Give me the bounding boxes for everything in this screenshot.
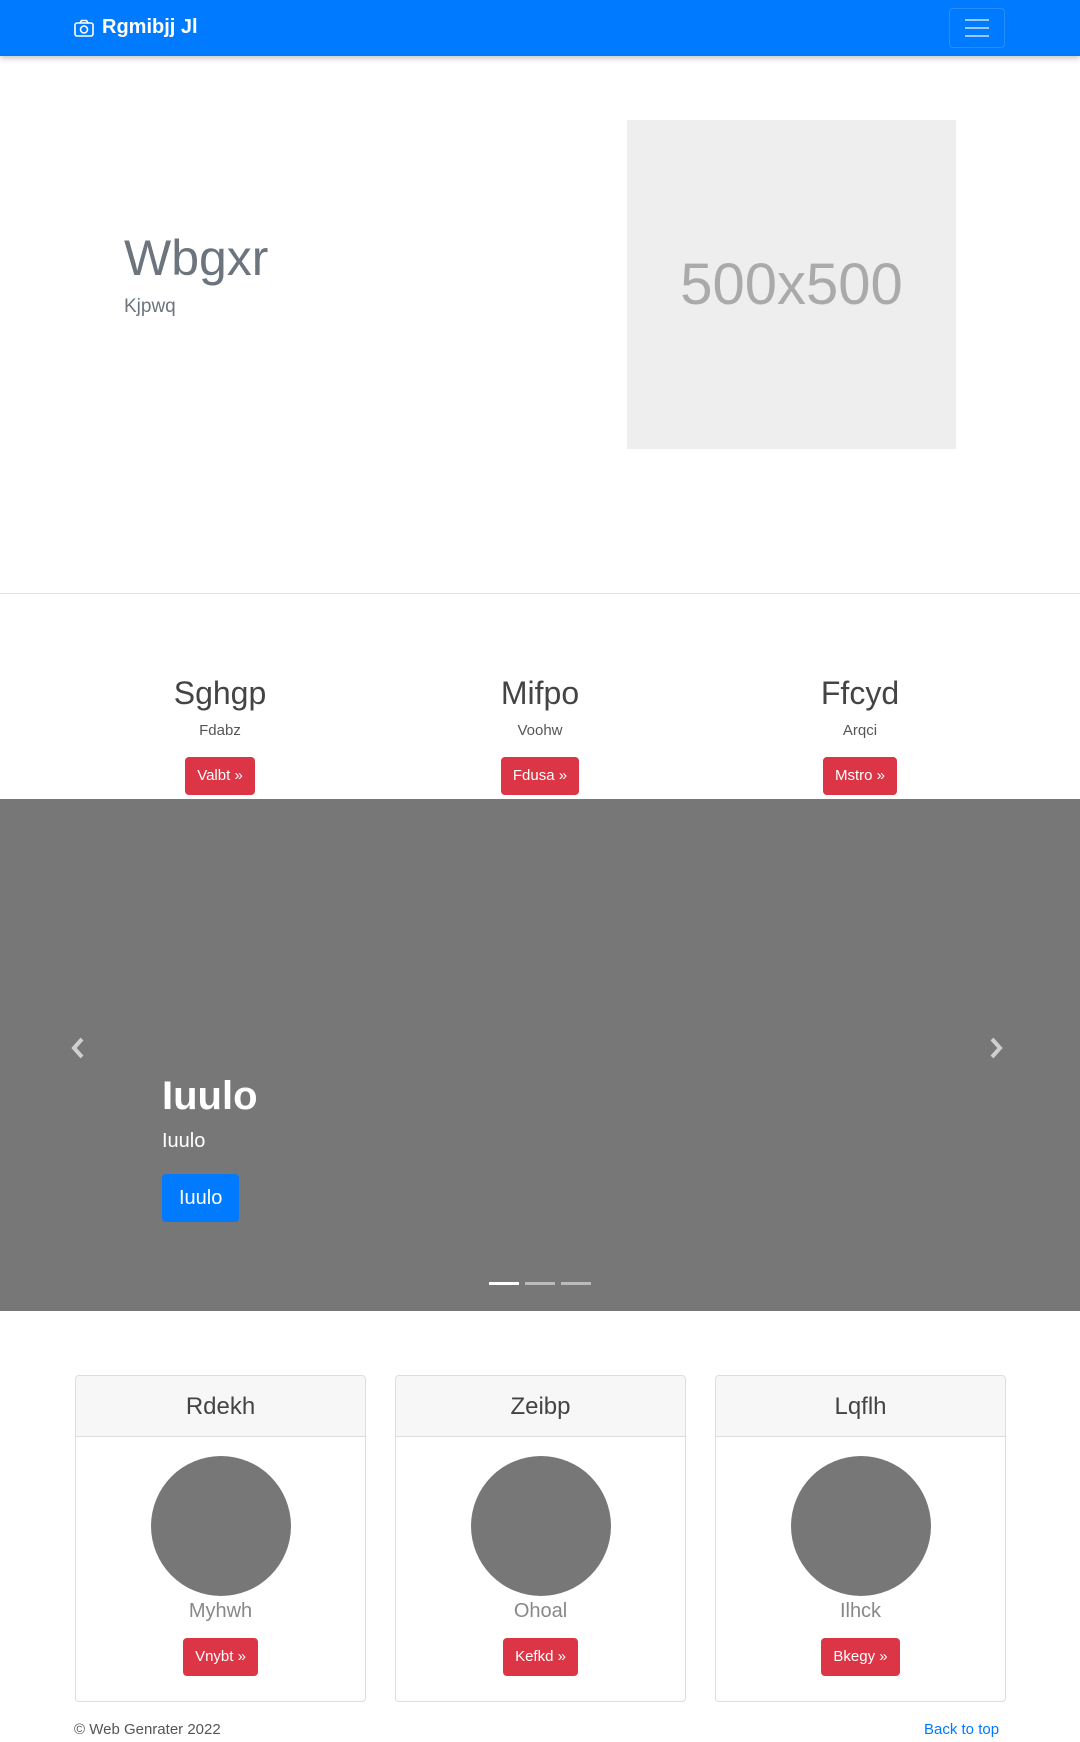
chevron-left-icon <box>71 1037 84 1059</box>
avatar <box>150 1456 291 1596</box>
navbar: Rgmibjj Jl <box>0 0 1080 56</box>
profile-card: Lqflh Ilhck Bkegy » <box>715 1375 1006 1702</box>
card-header: Zeibp <box>396 1376 685 1437</box>
carousel-indicator[interactable] <box>525 1282 555 1285</box>
card-header: Lqflh <box>716 1376 1005 1437</box>
feature-title: Mifpo <box>500 675 580 711</box>
card-header: Rdekh <box>76 1376 365 1437</box>
card-button[interactable]: Vnybt » <box>183 1638 258 1676</box>
card-name: Ohoal <box>513 1600 568 1622</box>
carousel-prev-button[interactable] <box>70 1029 86 1068</box>
footer-copyright: © Web Genrater 2022 <box>74 1721 221 1738</box>
hero-title: Wbgxr <box>124 230 269 286</box>
card-name: Myhwh <box>188 1600 253 1622</box>
carousel-caption-title: Iuulo <box>162 1074 258 1118</box>
avatar <box>470 1456 611 1596</box>
card-button[interactable]: Bkegy » <box>821 1638 900 1676</box>
hero-subtitle: Kjpwq <box>124 296 176 317</box>
feature-text: Arqci <box>842 722 878 740</box>
carousel-indicator[interactable] <box>561 1282 591 1285</box>
feature-text: Fdabz <box>199 722 241 740</box>
feature-button[interactable]: Fdusa » <box>500 757 580 796</box>
profile-card: Rdekh Myhwh Vnybt » <box>75 1375 366 1702</box>
navbar-toggler-button[interactable] <box>949 8 1005 48</box>
feature-title: Sghgp <box>173 675 267 711</box>
feature-column: Ffcyd Arqci Mstro » <box>700 674 1020 796</box>
chevron-right-icon <box>990 1037 1003 1059</box>
carousel: Iuulo Iuulo Iuulo <box>0 799 1080 1311</box>
carousel-indicator[interactable] <box>489 1282 519 1285</box>
camera-icon <box>74 19 94 37</box>
feature-button[interactable]: Mstro » <box>822 757 897 796</box>
carousel-indicators <box>489 1282 591 1285</box>
card-name: Ilhck <box>839 1600 882 1622</box>
feature-text: Voohw <box>517 722 563 740</box>
card-button[interactable]: Kefkd » <box>503 1638 578 1676</box>
carousel-caption-text: Iuulo <box>162 1130 206 1152</box>
profile-card: Zeibp Ohoal Kefkd » <box>395 1375 686 1702</box>
brand-label: Rgmibjj Jl <box>102 16 198 38</box>
feature-title: Ffcyd <box>820 675 900 711</box>
feature-column: Mifpo Voohw Fdusa » <box>380 674 700 796</box>
carousel-caption-button[interactable]: Iuulo <box>162 1174 240 1222</box>
feature-button[interactable]: Valbt » <box>185 757 255 796</box>
avatar <box>790 1456 931 1596</box>
back-to-top-link[interactable]: Back to top <box>924 1721 999 1738</box>
section-divider <box>0 593 1080 594</box>
placeholder-label: 500x500 <box>680 252 903 317</box>
navbar-brand[interactable]: Rgmibjj Jl <box>74 16 198 39</box>
feature-column: Sghgp Fdabz Valbt » <box>60 674 380 796</box>
hamburger-menu-icon <box>965 19 989 21</box>
carousel-next-button[interactable] <box>988 1029 1004 1068</box>
hero-image-placeholder: 500x500 <box>627 120 956 449</box>
